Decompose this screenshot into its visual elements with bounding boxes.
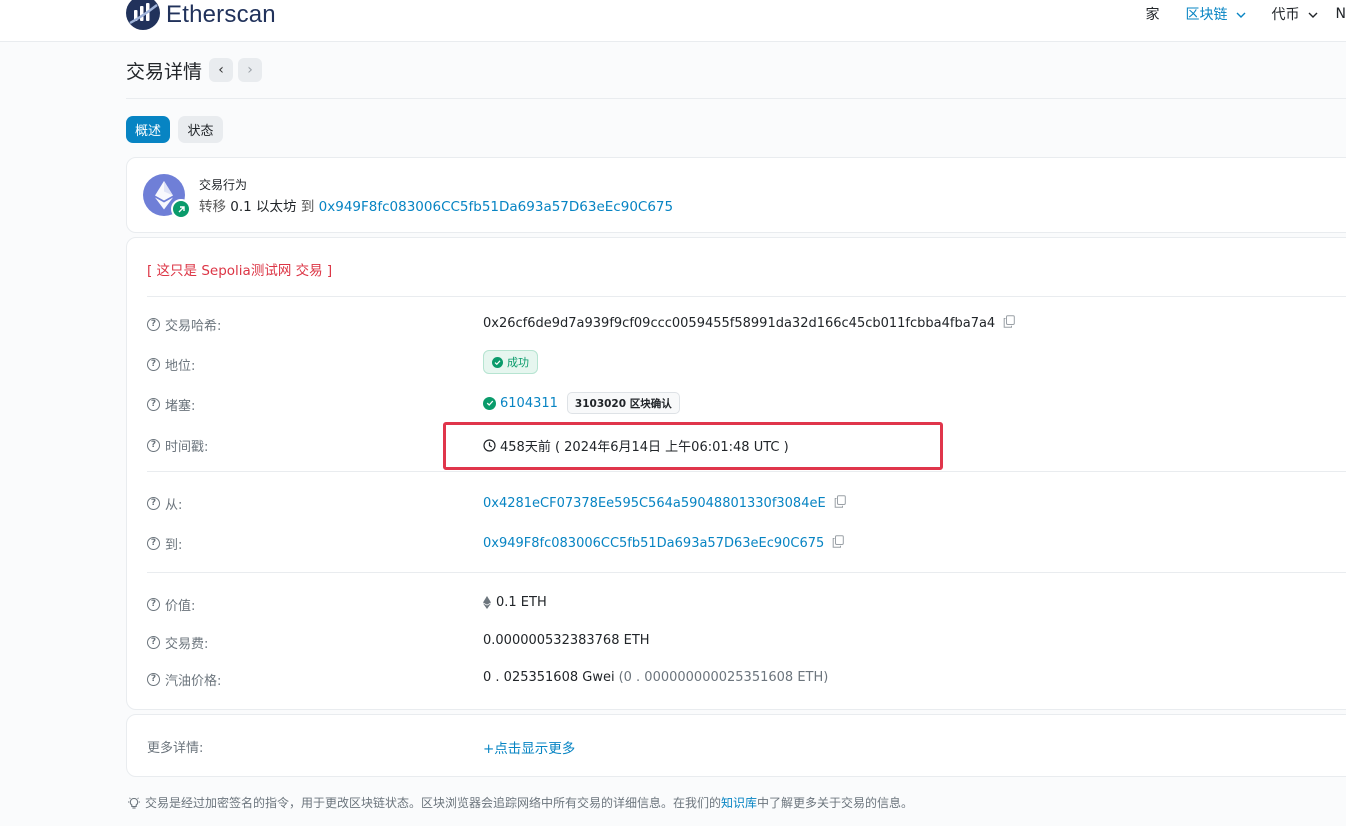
question-circle-icon[interactable]: ? (147, 537, 160, 550)
status-badge: 成功 (483, 350, 538, 374)
action-to-word: 到 (300, 199, 315, 215)
fee-label-text: 交易费: (165, 637, 209, 652)
question-circle-icon[interactable]: ? (147, 358, 160, 371)
gas-price-gwei: 0 . 025351608 Gwei (483, 670, 615, 685)
fee-label: ? 交易费: (147, 633, 208, 652)
action-description: 转移 0.1 以太坊 到 0x949F8fc083006CC5fb51Da693… (199, 195, 673, 215)
question-circle-icon[interactable]: ? (147, 636, 160, 649)
footer-note: 交易是经过加密签名的指令，用于更改区块链状态。区块浏览器会追踪网络中所有交易的详… (127, 794, 913, 811)
gas-price-label: ? 汽油价格: (147, 670, 221, 689)
ethereum-icon (483, 596, 491, 609)
from-value: 0x4281eCF07378Ee595C564a59048801330f3084… (483, 495, 846, 512)
question-circle-icon[interactable]: ? (147, 398, 160, 411)
next-transaction-button[interactable]: › (238, 58, 262, 82)
title-divider (126, 98, 1346, 99)
etherscan-logo-icon (126, 0, 160, 30)
gas-price-eth: (0 . 000000000025351608 ETH) (618, 670, 829, 685)
copy-icon[interactable] (832, 535, 845, 552)
chevron-down-icon (1236, 6, 1246, 22)
transaction-details-card: [ 这只是 Sepolia测试网 交易 ] ? 交易哈希: 0x26cf6de9… (126, 237, 1346, 710)
arrow-up-right-icon (171, 199, 191, 219)
status-label-text: 地位: (165, 359, 196, 374)
more-details-card: 更多详情: +点击显示更多 (126, 714, 1346, 777)
from-label: ? 从: (147, 494, 182, 513)
action-verb: 转移 (199, 199, 226, 215)
page-title: 交易详情 (126, 61, 203, 83)
more-details-label: 更多详情: (147, 741, 204, 756)
chevron-left-icon: ‹ (218, 62, 224, 78)
nav-more[interactable]: N (1336, 6, 1346, 22)
question-circle-icon[interactable]: ? (147, 598, 160, 611)
nav-home-label: 家 (1145, 7, 1160, 23)
block-confirmations-badge: 3103020 区块确认 (566, 392, 680, 414)
check-circle-icon (483, 396, 496, 410)
copy-icon[interactable] (834, 495, 846, 512)
nav-home[interactable]: 家 (1146, 4, 1160, 24)
hash-value: 0x26cf6de9d7a939f9cf09ccc0059455f58991da… (483, 315, 1016, 332)
fee-amount: 0.000000532383768 ETH (483, 633, 650, 648)
copy-icon[interactable] (1003, 315, 1016, 332)
check-circle-icon (492, 356, 503, 368)
main-nav: 家 区块链 代币 N (1120, 4, 1346, 24)
chevron-down-icon (1308, 6, 1318, 22)
etherscan-logo[interactable]: Etherscan (126, 0, 276, 30)
nav-tokens[interactable]: 代币 (1272, 4, 1318, 24)
timestamp-label: ? 时间戳: (147, 436, 208, 455)
to-value: 0x949F8fc083006CC5fb51Da693a57D63eEc90C6… (483, 535, 845, 552)
block-label-text: 堵塞: (165, 399, 196, 414)
logo-text: Etherscan (166, 1, 276, 28)
status-value: 成功 (483, 350, 538, 374)
hash-label: ? 交易哈希: (147, 315, 221, 334)
question-circle-icon[interactable]: ? (147, 439, 160, 452)
testnet-notice: [ 这只是 Sepolia测试网 交易 ] (147, 263, 333, 279)
status-label: ? 地位: (147, 355, 195, 374)
nav-tokens-label: 代币 (1271, 7, 1300, 23)
prev-transaction-button[interactable]: ‹ (209, 58, 233, 82)
question-circle-icon[interactable]: ? (147, 318, 160, 331)
gas-price-value: 0 . 025351608 Gwei (0 . 0000000000253516… (483, 670, 828, 685)
block-value: 6104311 3103020 区块确认 (483, 392, 680, 414)
nav-blockchain-label: 区块链 (1185, 7, 1228, 23)
site-header: Etherscan 家 区块链 代币 N (0, 0, 1346, 42)
hash-label-text: 交易哈希: (165, 319, 222, 334)
fee-value: 0.000000532383768 ETH (483, 633, 650, 648)
to-address-link[interactable]: 0x949F8fc083006CC5fb51Da693a57D63eEc90C6… (483, 536, 824, 551)
to-label-text: 到: (165, 538, 183, 553)
transaction-hash: 0x26cf6de9d7a939f9cf09ccc0059455f58991da… (483, 316, 996, 331)
value-label: ? 价值: (147, 595, 195, 614)
from-address-link[interactable]: 0x4281eCF07378Ee595C564a59048801330f3084… (483, 496, 826, 511)
action-to-address-link[interactable]: 0x949F8fc083006CC5fb51Da693a57D63eEc90C6… (319, 199, 673, 215)
timestamp-highlight-annotation (443, 422, 943, 470)
action-amount: 0.1 以太坊 (230, 199, 297, 215)
knowledge-base-link[interactable]: 知识库 (721, 794, 757, 811)
question-circle-icon[interactable]: ? (147, 673, 160, 686)
tab-state[interactable]: 状态 (178, 116, 223, 143)
divider (147, 572, 1346, 573)
block-label: ? 堵塞: (147, 395, 195, 414)
status-text: 成功 (507, 356, 529, 369)
action-label: 交易行为 (199, 178, 248, 192)
divider (147, 471, 1346, 472)
gas-price-label-text: 汽油价格: (165, 674, 222, 689)
to-label: ? 到: (147, 534, 182, 553)
transaction-action-card: 交易行为 转移 0.1 以太坊 到 0x949F8fc083006CC5fb51… (126, 157, 1346, 233)
block-number-link[interactable]: 6104311 (500, 396, 558, 411)
lightbulb-icon (127, 796, 141, 810)
value-value: 0.1 ETH (483, 595, 547, 610)
chevron-right-icon: › (247, 62, 253, 78)
question-circle-icon[interactable]: ? (147, 497, 160, 510)
tab-overview[interactable]: 概述 (126, 116, 170, 143)
nav-more-label: N (1335, 6, 1346, 22)
divider (147, 296, 1346, 297)
footer-text-before: 交易是经过加密签名的指令，用于更改区块链状态。区块浏览器会追踪网络中所有交易的详… (145, 796, 722, 810)
timestamp-label-text: 时间戳: (165, 440, 209, 455)
from-label-text: 从: (165, 498, 183, 513)
nav-blockchain[interactable]: 区块链 (1186, 4, 1246, 24)
value-amount: 0.1 ETH (496, 595, 547, 610)
footer-text-after: 中了解更多关于交易的信息。 (757, 796, 914, 810)
value-label-text: 价值: (165, 599, 196, 614)
show-more-link[interactable]: +点击显示更多 (483, 737, 575, 757)
